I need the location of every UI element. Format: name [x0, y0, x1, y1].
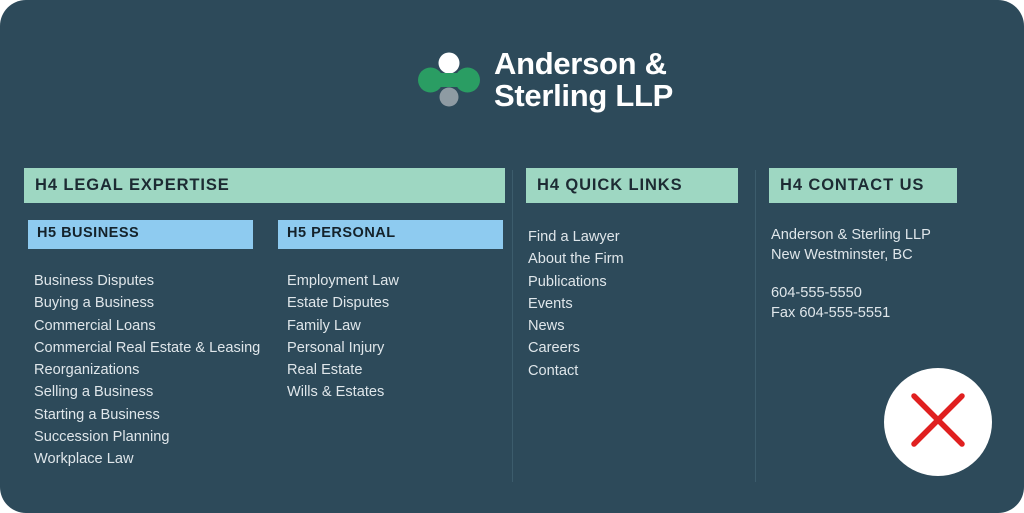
list-item[interactable]: Reorganizations — [34, 359, 249, 381]
list-item[interactable]: Find a Lawyer — [528, 226, 624, 248]
contact-spacer — [771, 265, 931, 284]
close-button[interactable] — [884, 368, 992, 476]
list-item[interactable]: Workplace Law — [34, 448, 249, 470]
business-link-list: Business Disputes Buying a Business Comm… — [34, 270, 260, 471]
list-item[interactable]: About the Firm — [528, 248, 624, 270]
list-item[interactable]: Wills & Estates — [287, 381, 502, 403]
list-item[interactable]: Personal Injury — [287, 337, 502, 359]
list-item[interactable]: Selling a Business — [34, 381, 249, 403]
list-item[interactable]: Careers — [528, 337, 624, 359]
personal-link-list: Employment Law Estate Disputes Family La… — [287, 270, 502, 471]
list-item[interactable]: Business Disputes — [34, 270, 249, 292]
contact-phone[interactable]: 604-555-5550 — [771, 284, 931, 304]
subheading-personal: H5 PERSONAL — [278, 220, 503, 249]
heading-contact-us: H4 CONTACT US — [769, 168, 957, 204]
list-item[interactable]: Commercial Loans — [34, 315, 249, 337]
column-quick-links: H4 QUICK LINKS Find a Lawyer About the F… — [526, 168, 738, 379]
list-item[interactable]: Real Estate — [287, 359, 502, 381]
footer-columns: H4 LEGAL EXPERTISE H5 BUSINESS H5 PERSON… — [0, 0, 1024, 513]
list-item[interactable]: Buying a Business — [34, 292, 249, 314]
list-item[interactable]: Family Law — [287, 315, 502, 337]
close-x-icon — [904, 386, 972, 459]
quick-links-list: Find a Lawyer About the Firm Publication… — [528, 226, 624, 382]
contact-city: New Westminster, BC — [771, 246, 913, 263]
column-contact-us: H4 CONTACT US Anderson & Sterling LLP Ne… — [769, 168, 957, 321]
expertise-list-row: Business Disputes Buying a Business Comm… — [34, 270, 502, 471]
list-item[interactable]: Estate Disputes — [287, 292, 502, 314]
list-item[interactable]: Succession Planning — [34, 426, 249, 448]
list-item[interactable]: Commercial Real Estate & Leasing — [34, 337, 260, 359]
subheading-business: H5 BUSINESS — [28, 220, 253, 249]
list-item[interactable]: News — [528, 315, 624, 337]
list-item[interactable]: Starting a Business — [34, 404, 249, 426]
column-legal-expertise: H4 LEGAL EXPERTISE H5 BUSINESS H5 PERSON… — [24, 168, 505, 467]
site-footer-panel: Anderson & Sterling LLP H4 LEGAL EXPERTI… — [0, 0, 1024, 513]
contact-firm-name: Anderson & Sterling LLP — [771, 227, 931, 243]
heading-quick-links: H4 QUICK LINKS — [526, 168, 738, 204]
contact-fax: Fax 604-555-5551 — [771, 304, 891, 321]
list-item[interactable]: Employment Law — [287, 270, 502, 292]
list-item[interactable]: Contact — [528, 360, 624, 382]
list-item[interactable]: Publications — [528, 271, 624, 293]
heading-legal-expertise: H4 LEGAL EXPERTISE — [24, 168, 505, 204]
expertise-subheading-row: H5 BUSINESS H5 PERSONAL — [28, 220, 503, 249]
contact-details: Anderson & Sterling LLP New Westminster,… — [771, 226, 931, 323]
list-item[interactable]: Events — [528, 293, 624, 315]
